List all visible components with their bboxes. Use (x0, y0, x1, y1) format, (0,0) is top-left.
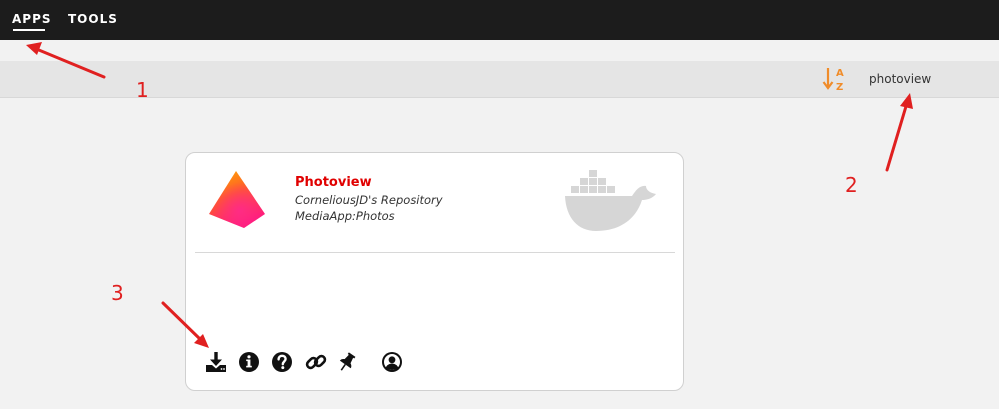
install-icon[interactable] (205, 351, 227, 373)
photoview-logo (209, 171, 265, 228)
annotation-label-2: 2 (845, 173, 858, 197)
info-icon[interactable] (238, 351, 260, 373)
sort-alpha-down-icon[interactable]: A Z (822, 66, 848, 92)
link-icon[interactable] (305, 351, 327, 373)
svg-text:A: A (836, 68, 844, 79)
search-input[interactable]: photoview (869, 72, 931, 86)
tab-tools[interactable]: TOOLS (68, 12, 118, 26)
user-profile-icon[interactable] (381, 351, 403, 373)
filter-bar (0, 61, 999, 98)
app-name[interactable]: Photoview (295, 175, 372, 190)
tab-apps[interactable]: APPS (12, 12, 52, 26)
help-icon[interactable] (271, 351, 293, 373)
annotation-label-3: 3 (111, 281, 124, 305)
card-divider (195, 252, 675, 253)
active-tab-indicator (13, 29, 45, 31)
pin-icon[interactable] (336, 351, 358, 373)
svg-text:Z: Z (836, 82, 843, 92)
app-category: MediaApp:Photos (295, 209, 395, 223)
app-repository: CorneliousJD's Repository (295, 193, 443, 207)
docker-icon (565, 170, 656, 231)
annotation-label-1: 1 (136, 78, 149, 102)
top-nav-bar: APPS TOOLS (0, 0, 999, 40)
